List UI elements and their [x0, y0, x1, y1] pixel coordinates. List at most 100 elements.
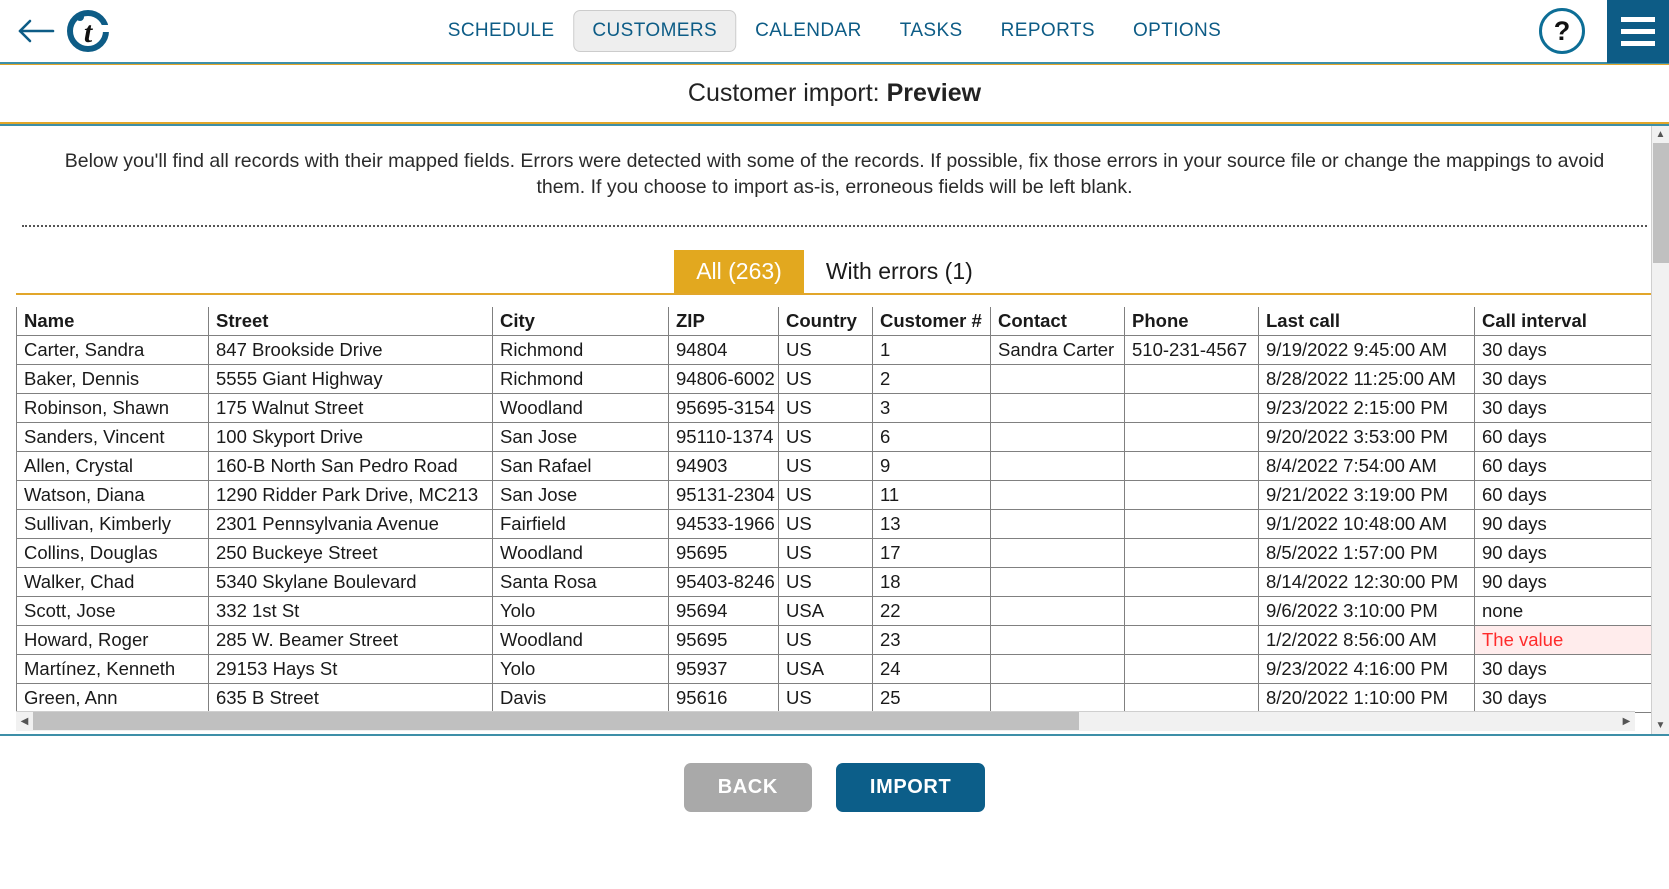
content-area: Below you'll find all records with their… [0, 124, 1669, 734]
horizontal-scroll-thumb[interactable] [33, 712, 1080, 731]
cell-name: Watson, Diana [16, 479, 209, 510]
cell-country: USA [778, 653, 873, 684]
cell-zip: 95937 [668, 653, 779, 684]
col-header-last-call[interactable]: Last call [1258, 306, 1475, 336]
cell-zip: 94804 [668, 334, 779, 365]
cell-call-interval: 30 days [1474, 682, 1653, 713]
hamburger-bar-3 [1621, 40, 1655, 46]
cell-country: US [778, 537, 873, 568]
cell-contact [990, 537, 1125, 568]
cell-country: US [778, 363, 873, 394]
cell-call-interval: 30 days [1474, 334, 1653, 365]
cell-last-call: 8/5/2022 1:57:00 PM [1258, 537, 1475, 568]
horizontal-scroll-track[interactable] [33, 711, 1618, 731]
cell-last-call: 9/21/2022 3:19:00 PM [1258, 479, 1475, 510]
table-row[interactable]: Sullivan, Kimberly 2301 Pennsylvania Aven… [16, 508, 1653, 539]
cell-city: Woodland [492, 392, 669, 423]
col-header-zip[interactable]: ZIP [668, 306, 779, 336]
table-row[interactable]: Robinson, Shawn 175 Walnut Street Woodland… [16, 392, 1653, 423]
cell-customer-no: 17 [872, 537, 991, 568]
cell-contact [990, 566, 1125, 597]
table-row[interactable]: Sanders, Vincent 100 Skyport Drive San Jos… [16, 421, 1653, 452]
table-header-row: Name Street City ZIP Country Customer # … [16, 306, 1653, 336]
col-header-country[interactable]: Country [778, 306, 873, 336]
nav-item-schedule[interactable]: SCHEDULE [429, 10, 574, 52]
col-header-phone[interactable]: Phone [1124, 306, 1259, 336]
table-row[interactable]: Collins, Douglas 250 Buckeye Street Woodla… [16, 537, 1653, 568]
vertical-scroll-thumb[interactable] [1652, 143, 1669, 263]
cell-street: 175 Walnut Street [208, 392, 493, 423]
cell-street: 5340 Skylane Boulevard [208, 566, 493, 597]
cell-phone [1124, 479, 1259, 510]
cell-customer-no: 1 [872, 334, 991, 365]
dotted-divider [22, 224, 1647, 227]
cell-city: Santa Rosa [492, 566, 669, 597]
app-logo-icon[interactable]: t [64, 7, 112, 55]
vertical-scroll-track[interactable] [1652, 143, 1669, 717]
col-header-name[interactable]: Name [16, 306, 209, 336]
table-row[interactable]: Allen, Crystal 160-B North San Pedro Road… [16, 450, 1653, 481]
table-row[interactable]: Carter, Sandra 847 Brookside Drive Richmon… [16, 334, 1653, 365]
cell-street: 635 B Street [208, 682, 493, 713]
tab-all[interactable]: All (263) [674, 249, 804, 293]
table-row[interactable]: Green, Ann 635 B Street Davis 95616 US 25 8/20… [16, 682, 1653, 713]
col-header-city[interactable]: City [492, 306, 669, 336]
vertical-scrollbar[interactable]: ▲ ▼ [1651, 126, 1669, 734]
content-inner: Below you'll find all records with their… [0, 126, 1669, 731]
cell-name: Carter, Sandra [16, 334, 209, 365]
cell-contact [990, 392, 1125, 423]
cell-call-interval: 30 days [1474, 363, 1653, 394]
back-button[interactable]: BACK [683, 763, 812, 812]
table-row[interactable]: Howard, Roger 285 W. Beamer Street Woodlan… [16, 624, 1653, 655]
scroll-left-arrow-icon[interactable]: ◀ [16, 711, 33, 731]
table-row[interactable]: Walker, Chad 5340 Skylane Boulevard Santa … [16, 566, 1653, 597]
cell-call-interval: 60 days [1474, 479, 1653, 510]
nav-item-calendar[interactable]: CALENDAR [736, 10, 881, 52]
hamburger-bar-2 [1621, 28, 1655, 34]
cell-name: Allen, Crystal [16, 450, 209, 481]
cell-phone: 510-231-4567 [1124, 334, 1259, 365]
table-row[interactable]: Baker, Dennis 5555 Giant Highway Richmond 9… [16, 363, 1653, 394]
cell-last-call: 8/14/2022 12:30:00 PM [1258, 566, 1475, 597]
nav-item-reports[interactable]: REPORTS [982, 10, 1114, 52]
scroll-right-arrow-icon[interactable]: ▶ [1618, 711, 1635, 731]
nav-item-options[interactable]: OPTIONS [1114, 10, 1240, 52]
cell-phone [1124, 624, 1259, 655]
nav-item-customers[interactable]: CUSTOMERS [573, 10, 737, 52]
help-icon[interactable]: ? [1539, 8, 1585, 54]
cell-phone [1124, 566, 1259, 597]
cell-zip: 95694 [668, 595, 779, 626]
cell-phone [1124, 537, 1259, 568]
table-row[interactable]: Scott, Jose 332 1st St Yolo 95694 USA 22 9/6/2… [16, 595, 1653, 626]
cell-last-call: 9/23/2022 2:15:00 PM [1258, 392, 1475, 423]
hamburger-bar-1 [1621, 16, 1655, 22]
horizontal-scrollbar[interactable]: ◀ ▶ [16, 710, 1635, 731]
cell-name: Sullivan, Kimberly [16, 508, 209, 539]
cell-last-call: 9/19/2022 9:45:00 AM [1258, 334, 1475, 365]
cell-street: 847 Brookside Drive [208, 334, 493, 365]
cell-city: San Rafael [492, 450, 669, 481]
col-header-call-interval[interactable]: Call interval [1474, 306, 1653, 336]
hamburger-icon[interactable] [1607, 0, 1669, 63]
import-button[interactable]: IMPORT [835, 763, 986, 812]
cell-phone [1124, 421, 1259, 452]
table-row[interactable]: Martínez, Kenneth 29153 Hays St Yolo 95937 U… [16, 653, 1653, 684]
scroll-down-arrow-icon[interactable]: ▼ [1652, 717, 1669, 734]
col-header-customer-no[interactable]: Customer # [872, 306, 991, 336]
cell-customer-no: 22 [872, 595, 991, 626]
cell-city: Richmond [492, 334, 669, 365]
col-header-contact[interactable]: Contact [990, 306, 1125, 336]
col-header-street[interactable]: Street [208, 306, 493, 336]
scroll-up-arrow-icon[interactable]: ▲ [1652, 126, 1669, 143]
cell-call-interval: none [1474, 595, 1653, 626]
cell-street: 285 W. Beamer Street [208, 624, 493, 655]
cell-last-call: 9/20/2022 3:53:00 PM [1258, 421, 1475, 452]
tab-with-errors[interactable]: With errors (1) [804, 250, 995, 293]
nav-item-tasks[interactable]: TASKS [881, 10, 982, 52]
cell-name: Sanders, Vincent [16, 421, 209, 452]
cell-name: Baker, Dennis [16, 363, 209, 394]
cell-contact [990, 450, 1125, 481]
table-row[interactable]: Watson, Diana 1290 Ridder Park Drive, MC2… [16, 479, 1653, 510]
table-scroll-region: Name Street City ZIP Country Customer # … [16, 306, 1653, 731]
back-arrow-icon[interactable] [14, 9, 58, 53]
